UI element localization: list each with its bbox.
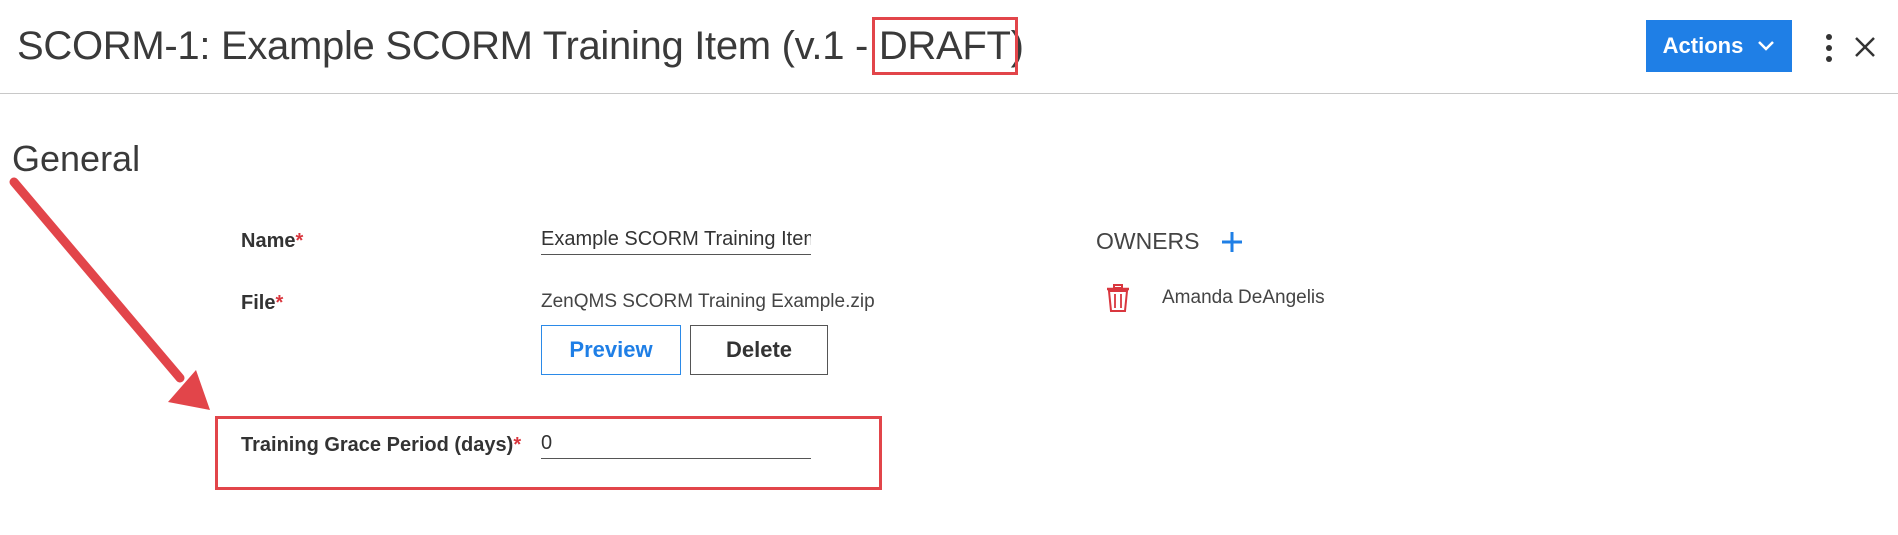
owner-name: Amanda DeAngelis bbox=[1162, 287, 1325, 308]
actions-label: Actions bbox=[1662, 33, 1744, 58]
chevron-down-icon bbox=[1758, 41, 1775, 51]
plus-icon[interactable] bbox=[1220, 230, 1244, 254]
name-label: Name* bbox=[241, 230, 304, 252]
file-name: ZenQMS SCORM Training Example.zip bbox=[541, 291, 875, 312]
file-label: File* bbox=[241, 292, 284, 314]
page-header: SCORM-1: Example SCORM Training Item (v.… bbox=[0, 0, 1898, 94]
trash-icon[interactable] bbox=[1106, 284, 1130, 312]
kebab-menu-icon[interactable] bbox=[1822, 34, 1836, 62]
actions-button[interactable]: Actions bbox=[1646, 20, 1792, 72]
annotation-highlight-box bbox=[215, 416, 882, 490]
owners-label: OWNERS bbox=[1096, 228, 1200, 254]
title-main: SCORM-1: Example SCORM Training Item (v.… bbox=[17, 24, 879, 68]
delete-button[interactable]: Delete bbox=[690, 325, 828, 375]
title-status-draft: DRAFT bbox=[871, 17, 1018, 75]
annotation-arrow bbox=[9, 177, 210, 410]
name-input[interactable] bbox=[541, 228, 811, 255]
close-icon[interactable] bbox=[1852, 34, 1878, 60]
preview-button[interactable]: Preview bbox=[541, 325, 681, 375]
page-title: SCORM-1: Example SCORM Training Item (v.… bbox=[17, 17, 1024, 75]
title-end: ) bbox=[1010, 24, 1024, 68]
